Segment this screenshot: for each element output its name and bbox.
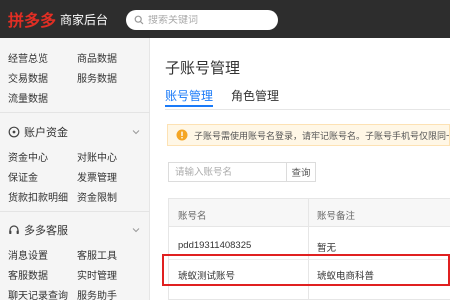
chevron-down-icon xyxy=(132,130,140,135)
sidebar-row: 经营总览 商品数据 xyxy=(8,50,148,66)
account-name-input[interactable] xyxy=(168,162,287,182)
logo[interactable]: 拼多多 商家后台 xyxy=(8,9,109,30)
sidebar-row: 交易数据 服务数据 xyxy=(8,70,148,86)
tabs-divider xyxy=(165,109,450,110)
sidebar-item-cs-tools[interactable]: 客服工具 xyxy=(77,247,117,262)
sidebar-divider xyxy=(0,112,150,113)
sidebar-item-fund-limits[interactable]: 资金限制 xyxy=(77,189,117,204)
search-box[interactable] xyxy=(126,10,278,30)
chevron-down-icon xyxy=(132,228,140,233)
tab-account-management[interactable]: 账号管理 xyxy=(165,87,214,107)
sidebar-row: 货款扣款明细 资金限制 xyxy=(8,189,148,205)
logo-subtitle: 商家后台 xyxy=(60,12,109,27)
sidebar-row: 聊天记录查询 服务助手 xyxy=(8,287,148,300)
sidebar-item-deposit[interactable]: 保证金 xyxy=(8,169,38,184)
sidebar-section-customer-service[interactable]: 多多客服 xyxy=(8,221,148,239)
sidebar-item-traffic-data[interactable]: 流量数据 xyxy=(8,90,48,105)
cell-account-name: pdd19311408325 xyxy=(178,240,252,251)
sidebar-row: 客服数据 实时管理 xyxy=(8,267,148,283)
table-header: 账号名 账号备注 xyxy=(169,199,450,227)
query-button[interactable]: 查询 xyxy=(287,162,316,182)
notice-text: 子账号需使用账号名登录，请牢记账号名。子账号手机号仅限同一 xyxy=(194,130,450,141)
warning-icon xyxy=(176,129,188,141)
sidebar-item-goods-data[interactable]: 商品数据 xyxy=(77,50,117,65)
headset-icon xyxy=(9,225,19,234)
sidebar-item-trade-data[interactable]: 交易数据 xyxy=(8,70,48,85)
logo-mark: 拼多多 xyxy=(8,11,57,30)
column-header-account-name: 账号名 xyxy=(178,211,207,222)
sidebar-row: 资金中心 对账中心 xyxy=(8,149,148,165)
search-icon xyxy=(134,15,144,25)
sidebar: 经营总览 商品数据 交易数据 服务数据 流量数据 账户资金 资金中心 对账中心 … xyxy=(0,38,150,300)
sidebar-item-service-assistant[interactable]: 服务助手 xyxy=(77,287,117,300)
sidebar-item-reconciliation[interactable]: 对账中心 xyxy=(77,149,117,164)
sidebar-item-fund-center[interactable]: 资金中心 xyxy=(8,149,48,164)
sidebar-divider xyxy=(0,211,150,212)
search-input[interactable] xyxy=(148,14,268,26)
column-header-account-note: 账号备注 xyxy=(317,211,356,222)
sidebar-row: 保证金 发票管理 xyxy=(8,169,148,185)
sidebar-item-realtime-management[interactable]: 实时管理 xyxy=(77,267,117,282)
clock-icon xyxy=(8,126,20,138)
top-bar: 拼多多 商家后台 xyxy=(0,0,450,38)
sidebar-item-overview[interactable]: 经营总览 xyxy=(8,50,48,65)
sidebar-item-chat-history[interactable]: 聊天记录查询 xyxy=(8,287,68,300)
tab-bar: 账号管理 角色管理 xyxy=(165,87,297,107)
sidebar-item-deduction-details[interactable]: 货款扣款明细 xyxy=(8,189,68,204)
sidebar-section-title: 账户资金 xyxy=(24,127,68,139)
sidebar-item-message-settings[interactable]: 消息设置 xyxy=(8,247,48,262)
page-title: 子账号管理 xyxy=(165,60,241,77)
highlight-box xyxy=(162,254,450,286)
sidebar-section-account-funds[interactable]: 账户资金 xyxy=(8,123,148,141)
sidebar-item-cs-data[interactable]: 客服数据 xyxy=(8,267,48,282)
tab-role-management[interactable]: 角色管理 xyxy=(231,87,279,107)
sidebar-row: 流量数据 xyxy=(8,90,148,106)
notice-banner: 子账号需使用账号名登录，请牢记账号名。子账号手机号仅限同一 xyxy=(167,124,450,146)
sidebar-section-title: 多多客服 xyxy=(24,225,68,237)
sidebar-item-service-data[interactable]: 服务数据 xyxy=(77,70,117,85)
sidebar-row: 消息设置 客服工具 xyxy=(8,247,148,263)
sidebar-item-invoice[interactable]: 发票管理 xyxy=(77,169,117,184)
cell-account-note: 暂无 xyxy=(317,243,337,254)
